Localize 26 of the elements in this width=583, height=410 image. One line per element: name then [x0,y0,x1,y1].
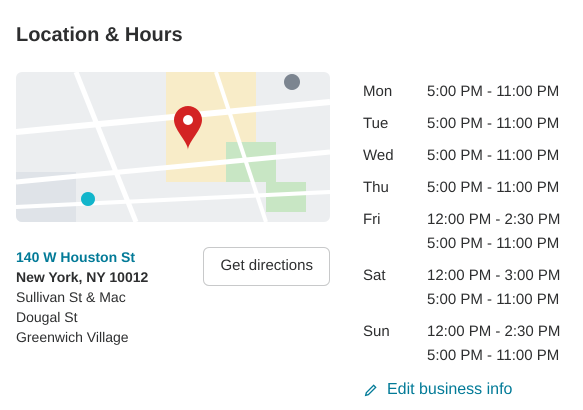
hours-text: 5:00 PM - 11:00 PM [427,114,560,134]
hours-text: 12:00 PM - 2:30 PM [427,322,560,342]
hours-text: 5:00 PM - 11:00 PM [427,146,560,166]
day-label: Sun [363,322,391,342]
day-label: Mon [363,82,394,102]
cross-street-text: Greenwich Village [16,328,130,347]
hours-text: 5:00 PM - 11:00 PM [427,346,560,366]
pencil-icon [363,382,379,398]
hours-text: 5:00 PM - 11:00 PM [427,178,560,198]
day-label: Thu [363,178,390,198]
cross-street-text: Sullivan St & Mac [16,288,127,307]
cross-street-text: Dougal St [16,308,78,327]
day-label: Sat [363,266,387,286]
day-label: Wed [363,146,395,166]
hours-text: 12:00 PM - 3:00 PM [427,266,560,286]
day-label: Fri [363,210,382,230]
edit-business-info-link[interactable]: Edit business info [363,378,560,402]
hours-text: 5:00 PM - 11:00 PM [427,290,560,310]
city-text: New York, NY 10012 [16,268,148,287]
hours-text: 12:00 PM - 2:30 PM [427,210,560,230]
hours-text: 5:00 PM - 11:00 PM [427,234,560,254]
section-title: Location & Hours [16,23,184,48]
get-directions-button[interactable]: Get directions [203,247,330,286]
day-label: Tue [363,114,390,134]
street-address-link[interactable]: 140 W Houston St [16,247,148,267]
hours-text: 5:00 PM - 11:00 PM [427,82,560,102]
